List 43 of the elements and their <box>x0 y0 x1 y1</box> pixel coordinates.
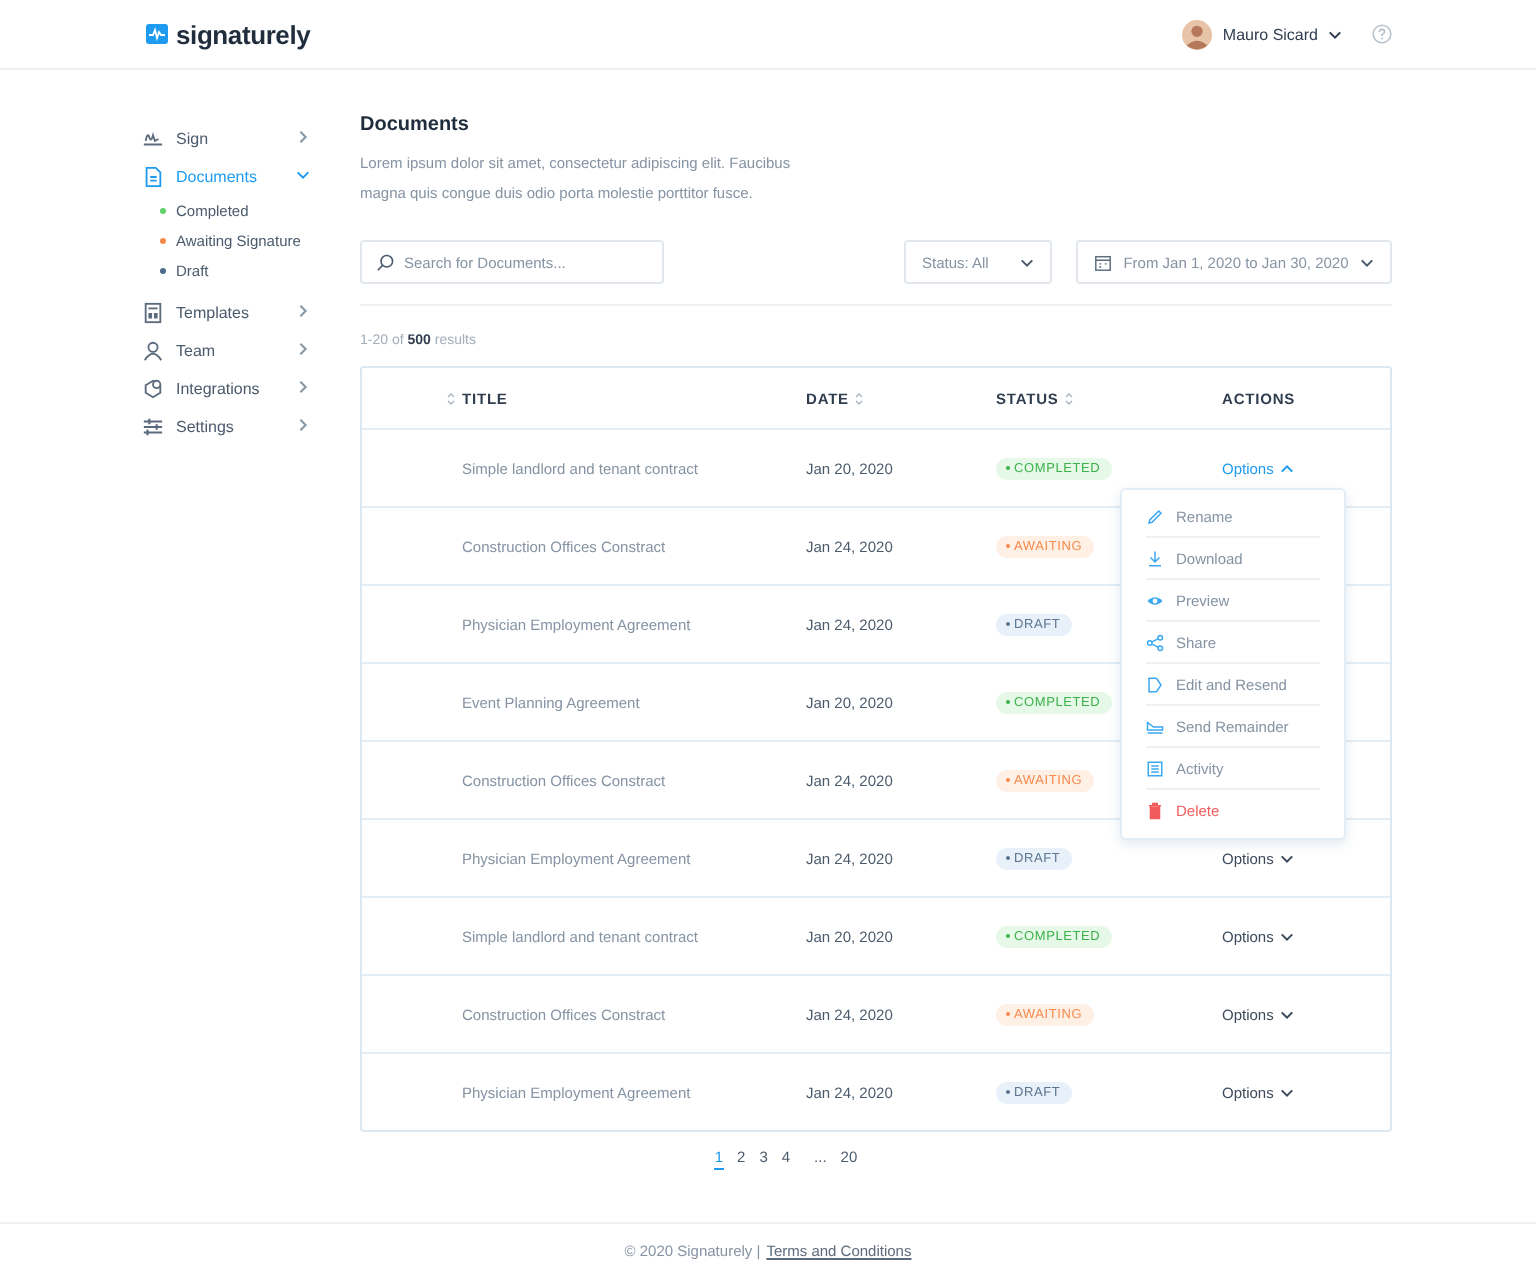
sort-icon[interactable] <box>1064 391 1075 405</box>
chevron-icon <box>1328 27 1342 41</box>
sidebar-icon <box>142 416 164 438</box>
sidebar-icon <box>142 302 164 324</box>
menu-item-icon <box>1146 675 1164 693</box>
avatar-icon[interactable] <box>1182 19 1213 49</box>
menu-item-icon <box>1146 717 1164 735</box>
user-name[interactable]: Mauro Sicard <box>1222 25 1318 43</box>
chevron-icon <box>296 168 310 182</box>
chevron-icon <box>1279 461 1294 475</box>
menu-item-icon <box>1146 759 1164 777</box>
menu-item-icon <box>1146 549 1164 567</box>
menu-item-icon <box>1146 591 1164 609</box>
sidebar-item[interactable]: Sign <box>142 120 360 158</box>
menu-item-icon <box>1146 633 1164 651</box>
sidebar-item[interactable]: Templates <box>142 294 360 332</box>
sidebar-item[interactable]: Settings <box>142 408 360 446</box>
brand-name: signaturely <box>176 19 311 49</box>
chevron-icon <box>1279 1085 1294 1099</box>
chevron-icon <box>296 342 310 356</box>
chevron-icon <box>1020 255 1034 269</box>
chevron-icon <box>296 304 310 318</box>
chevron-icon <box>1279 929 1294 943</box>
chevron-icon <box>1279 1007 1294 1021</box>
logo-icon <box>146 24 168 44</box>
sort-icon[interactable] <box>854 391 865 405</box>
menu-item-icon <box>1146 507 1164 525</box>
page-title: Documents <box>360 114 471 136</box>
sidebar-item[interactable]: Integrations <box>142 370 360 408</box>
sidebar-item[interactable]: Team <box>142 332 360 370</box>
chevron-icon <box>1359 255 1374 269</box>
sort-icon[interactable] <box>446 391 456 405</box>
chevron-icon <box>296 418 310 432</box>
sidebar-icon <box>142 128 164 150</box>
help-icon[interactable] <box>1372 24 1392 44</box>
menu-item-icon <box>1146 801 1164 819</box>
chevron-icon <box>296 130 310 144</box>
sidebar-icon <box>142 340 164 362</box>
sidebar-icon <box>142 378 164 400</box>
chevron-icon <box>296 380 310 394</box>
sidebar-icon <box>142 166 164 188</box>
calendar-icon <box>1094 253 1112 271</box>
chevron-icon <box>1279 851 1294 865</box>
